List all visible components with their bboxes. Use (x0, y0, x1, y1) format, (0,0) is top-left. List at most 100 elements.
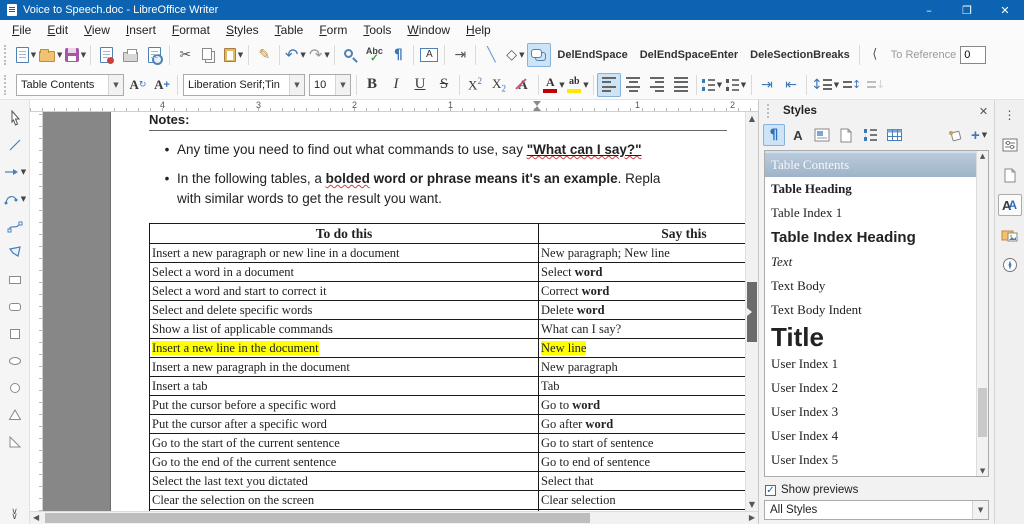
combo-arrow-icon[interactable]: ▼ (972, 501, 988, 519)
underline-button[interactable]: U (408, 73, 432, 97)
frame-styles-button[interactable] (811, 124, 833, 146)
strikethrough-button[interactable]: S (432, 73, 456, 97)
style-item-table-heading[interactable]: Table Heading (765, 177, 976, 201)
right-triangle-tool-button[interactable] (3, 432, 27, 452)
export-pdf-button[interactable] (94, 43, 118, 67)
style-item-user-index-3[interactable]: User Index 3 (765, 400, 976, 424)
align-center-button[interactable] (621, 73, 645, 97)
style-item-table-index-heading[interactable]: Table Index Heading (765, 225, 976, 250)
basic-shapes-button[interactable]: ◇ (503, 43, 527, 67)
new-style-from-selection-button[interactable]: + (968, 124, 990, 146)
menu-window[interactable]: Window (399, 21, 458, 39)
italic-button[interactable]: I (384, 73, 408, 97)
highlight-color-button[interactable]: ab (566, 73, 590, 97)
freeform-tool-button[interactable] (3, 243, 27, 263)
combo-arrow-icon[interactable]: ▼ (289, 75, 304, 95)
sidebar-collapse-arrow[interactable] (747, 308, 756, 316)
menu-edit[interactable]: Edit (39, 21, 76, 39)
rectangle-tool-button[interactable] (3, 270, 27, 290)
sidebar-settings-button[interactable]: ⋮ (998, 104, 1022, 126)
tab-navigator[interactable] (998, 254, 1022, 276)
dropdown-caret[interactable] (57, 51, 62, 59)
table-styles-button[interactable] (883, 124, 905, 146)
arrow-tool-button[interactable] (3, 162, 27, 182)
style-item-user-index-1[interactable]: User Index 1 (765, 352, 976, 376)
paste-button[interactable] (221, 43, 245, 67)
dropdown-caret[interactable] (519, 51, 524, 59)
panel-grip[interactable] (767, 104, 773, 118)
open-button[interactable] (38, 43, 63, 67)
menu-styles[interactable]: Styles (218, 21, 267, 39)
toolbar-grip[interactable] (4, 75, 10, 95)
ellipse-tool-button[interactable] (3, 351, 27, 371)
print-button[interactable] (118, 43, 142, 67)
bold-button[interactable]: B (360, 73, 384, 97)
vertical-scrollbar[interactable]: ▲ ▼ (745, 112, 758, 511)
macro-button-delendspace[interactable]: DelEndSpace (551, 43, 633, 67)
tab-styles[interactable]: AA (998, 194, 1022, 216)
increase-indent-button[interactable]: ⇥ (755, 73, 779, 97)
dropdown-caret[interactable] (31, 51, 36, 59)
page-styles-button[interactable] (835, 124, 857, 146)
update-style-button[interactable]: A↻ (126, 73, 150, 97)
dropdown-caret[interactable] (717, 81, 722, 89)
restore-button[interactable]: ❐ (948, 0, 986, 20)
style-item-user-index-4[interactable]: User Index 4 (765, 424, 976, 448)
style-item-user-index-5[interactable]: User Index 5 (765, 448, 976, 472)
character-styles-button[interactable]: A (787, 124, 809, 146)
tab-page[interactable] (998, 164, 1022, 186)
font-size-combo[interactable]: 10▼ (309, 74, 351, 96)
subscript-button[interactable]: X2 (487, 73, 511, 97)
dropdown-caret[interactable] (21, 195, 26, 203)
clear-formatting-button[interactable]: A (511, 73, 535, 97)
menu-tools[interactable]: Tools (355, 21, 399, 39)
square-tool-button[interactable] (3, 324, 27, 344)
dropdown-caret[interactable] (834, 81, 839, 89)
menu-insert[interactable]: Insert (118, 21, 164, 39)
dropdown-caret[interactable] (982, 131, 987, 139)
numbered-list-button[interactable] (724, 73, 748, 97)
dropdown-caret[interactable] (21, 168, 26, 176)
scroll-up-icon[interactable]: ▲ (746, 114, 758, 123)
dropdown-caret[interactable] (81, 51, 86, 59)
scroll-up-icon[interactable]: ▲ (977, 152, 988, 160)
font-name-combo[interactable]: Liberation Serif;Tin▼ (183, 74, 305, 96)
cut-button[interactable]: ✂ (173, 43, 197, 67)
scroll-left-icon[interactable]: ◀ (33, 512, 39, 524)
document-canvas[interactable]: Notes: • Any time you need to find out w… (43, 112, 745, 511)
line-tool-button[interactable] (3, 135, 27, 155)
to-reference-input[interactable] (960, 46, 986, 64)
horizontal-scrollbar-thumb[interactable] (45, 513, 590, 523)
style-filter-select[interactable]: All Styles ▼ (764, 500, 989, 520)
dropdown-caret[interactable] (324, 51, 329, 59)
menu-form[interactable]: Form (311, 21, 355, 39)
dropdown-caret[interactable] (583, 81, 588, 89)
superscript-button[interactable]: X2 (463, 73, 487, 97)
menu-help[interactable]: Help (458, 21, 499, 39)
menu-table[interactable]: Table (267, 21, 312, 39)
macro-button-delendspaceenter[interactable]: DelEndSpaceEnter (634, 43, 744, 67)
copy-button[interactable] (197, 43, 221, 67)
fill-format-mode-button[interactable] (944, 124, 966, 146)
styles-list-scrollbar[interactable]: ▲ ▼ (976, 151, 988, 476)
more-tools-chevron-icon[interactable]: ∨∨ (11, 510, 18, 520)
line-spacing-button[interactable]: ↕ (810, 73, 840, 97)
align-left-button[interactable] (597, 73, 621, 97)
menu-view[interactable]: View (76, 21, 118, 39)
to-reference-back-button[interactable]: ⟨ (863, 43, 887, 67)
increase-paragraph-spacing-button[interactable]: ↕ (840, 73, 864, 97)
circle-tool-button[interactable] (3, 378, 27, 398)
document-page[interactable]: Notes: • Any time you need to find out w… (110, 112, 745, 511)
style-item-text-body-indent[interactable]: Text Body Indent (765, 298, 976, 322)
undo-button[interactable]: ↶ (283, 43, 307, 67)
paragraph-style-combo[interactable]: Table Contents▼ (16, 74, 124, 96)
menu-file[interactable]: File (4, 21, 39, 39)
menu-format[interactable]: Format (164, 21, 218, 39)
close-panel-icon[interactable]: ✕ (979, 105, 988, 118)
clone-formatting-button[interactable]: ✎ (252, 43, 276, 67)
bullet-list-button[interactable] (700, 73, 724, 97)
align-justify-button[interactable] (669, 73, 693, 97)
decrease-paragraph-spacing-button[interactable]: ↓ (864, 73, 888, 97)
new-document-button[interactable] (14, 43, 38, 67)
freeform-shape-button[interactable] (527, 43, 551, 67)
